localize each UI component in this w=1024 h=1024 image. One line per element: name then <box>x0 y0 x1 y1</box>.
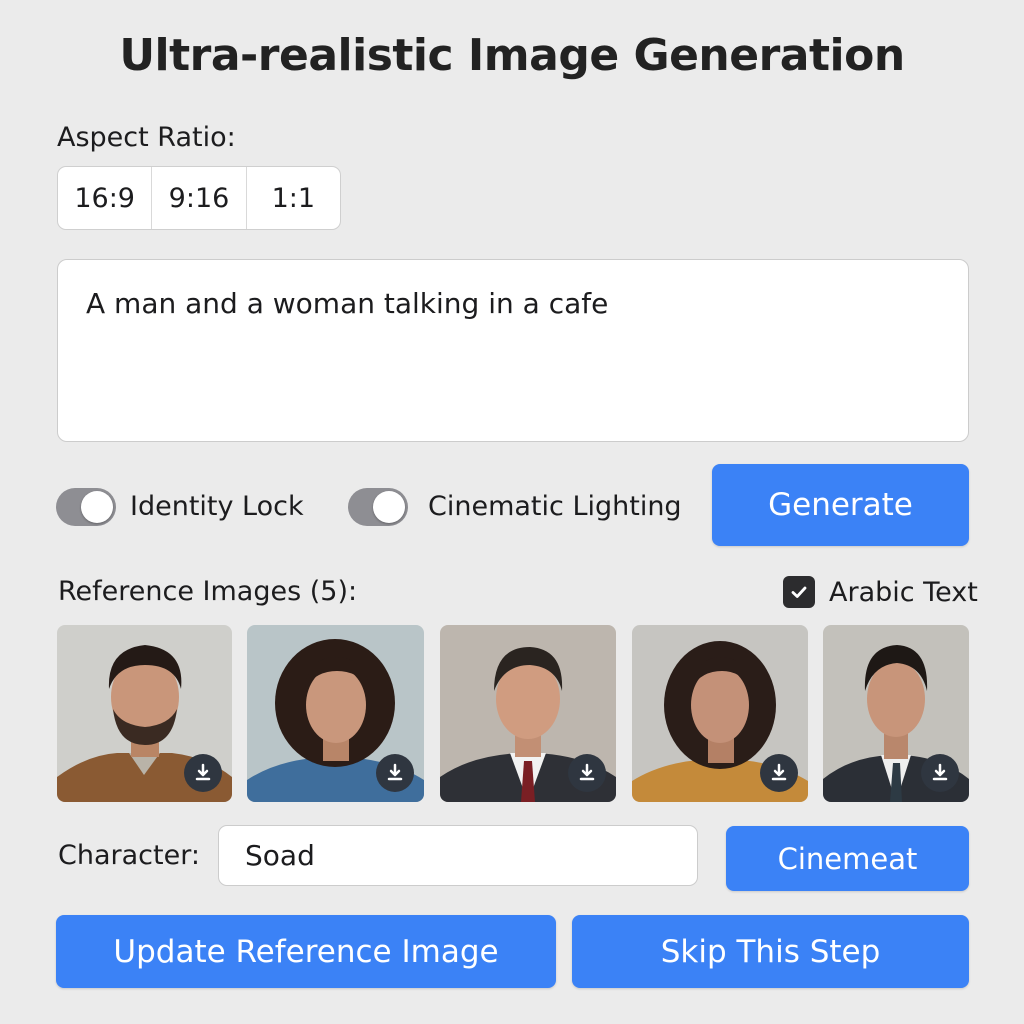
aspect-ratio-selector: 16:9 9:16 1:1 <box>57 166 341 230</box>
download-icon <box>932 763 948 781</box>
aspect-ratio-1-1[interactable]: 1:1 <box>247 167 340 229</box>
reference-image-2[interactable] <box>247 625 424 802</box>
generate-button[interactable]: Generate <box>712 464 969 546</box>
reference-image-4[interactable] <box>632 625 808 802</box>
cinematic-lighting-toggle[interactable] <box>348 488 408 526</box>
update-reference-image-button[interactable]: Update Reference Image <box>56 915 556 988</box>
cinematic-lighting-label: Cinematic Lighting <box>428 491 682 522</box>
reference-image-3[interactable] <box>440 625 616 802</box>
reference-image-5[interactable] <box>823 625 969 802</box>
aspect-ratio-label: Aspect Ratio: <box>57 122 236 153</box>
character-label: Character: <box>58 840 200 871</box>
identity-lock-label: Identity Lock <box>130 491 304 522</box>
download-icon <box>387 763 403 781</box>
download-icon <box>579 763 595 781</box>
download-button[interactable] <box>568 754 606 792</box>
page-title: Ultra-realistic Image Generation <box>119 30 905 81</box>
prompt-input[interactable]: A man and a woman talking in a cafe <box>57 259 969 442</box>
check-icon <box>791 586 807 598</box>
download-button[interactable] <box>376 754 414 792</box>
download-icon <box>771 763 787 781</box>
aspect-ratio-9-16[interactable]: 9:16 <box>152 167 247 229</box>
download-button[interactable] <box>760 754 798 792</box>
identity-lock-toggle[interactable] <box>56 488 116 526</box>
download-button[interactable] <box>184 754 222 792</box>
cinemeat-button[interactable]: Cinemeat <box>726 826 969 891</box>
reference-image-1[interactable] <box>57 625 232 802</box>
download-button[interactable] <box>921 754 959 792</box>
download-icon <box>195 763 211 781</box>
arabic-text-checkbox[interactable] <box>783 576 815 608</box>
toggle-knob <box>81 491 113 523</box>
aspect-ratio-16-9[interactable]: 16:9 <box>58 167 153 229</box>
arabic-text-label: Arabic Text <box>829 577 978 608</box>
reference-images-label: Reference Images (5): <box>58 576 358 607</box>
character-input[interactable] <box>218 825 698 886</box>
toggle-knob <box>373 491 405 523</box>
skip-this-step-button[interactable]: Skip This Step <box>572 915 969 988</box>
